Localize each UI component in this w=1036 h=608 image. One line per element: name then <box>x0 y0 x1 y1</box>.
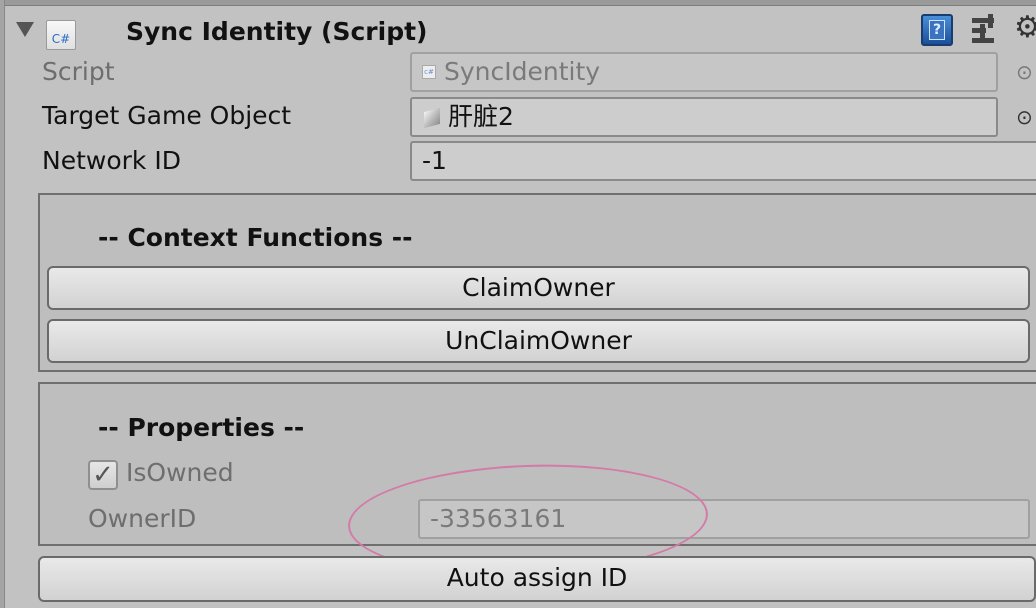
network-id-field[interactable]: -1 <box>410 141 1036 181</box>
object-picker-icon[interactable]: ⊙ <box>1016 105 1033 129</box>
owner-id-label: OwnerID <box>88 504 197 533</box>
target-game-object-label: Target Game Object <box>42 101 292 130</box>
left-border <box>0 0 5 608</box>
cube-icon <box>422 106 444 128</box>
unclaim-owner-button[interactable]: UnClaimOwner <box>47 319 1030 363</box>
properties-heading: -- Properties -- <box>98 413 305 442</box>
context-functions-heading: -- Context Functions -- <box>98 223 413 252</box>
cs-script-icon: C# <box>46 20 76 50</box>
network-id-value: -1 <box>422 146 447 175</box>
claim-owner-button[interactable]: ClaimOwner <box>47 266 1030 310</box>
auto-assign-id-button[interactable]: Auto assign ID <box>38 556 1036 602</box>
object-picker-icon: ⊙ <box>1016 60 1033 84</box>
component-title: Sync Identity (Script) <box>126 17 428 46</box>
cs-script-icon: c# <box>422 65 436 79</box>
is-owned-label: IsOwned <box>126 458 234 487</box>
script-label: Script <box>42 57 115 86</box>
checkmark-icon: ✓ <box>92 460 114 490</box>
script-value: SyncIdentity <box>444 57 601 86</box>
is-owned-checkbox[interactable]: ✓ <box>88 460 118 490</box>
foldout-triangle-icon[interactable] <box>16 22 34 37</box>
cs-icon-label: C# <box>51 32 71 46</box>
target-game-object-field[interactable]: 肝脏2 <box>410 97 998 137</box>
gear-icon[interactable]: ⚙ <box>1014 10 1036 46</box>
help-icon[interactable]: ? <box>921 14 953 46</box>
top-border <box>0 0 1036 6</box>
script-field: c# SyncIdentity <box>410 52 998 92</box>
target-game-object-value: 肝脏2 <box>448 102 514 131</box>
presets-icon[interactable] <box>970 14 1000 46</box>
network-id-label: Network ID <box>42 146 181 175</box>
